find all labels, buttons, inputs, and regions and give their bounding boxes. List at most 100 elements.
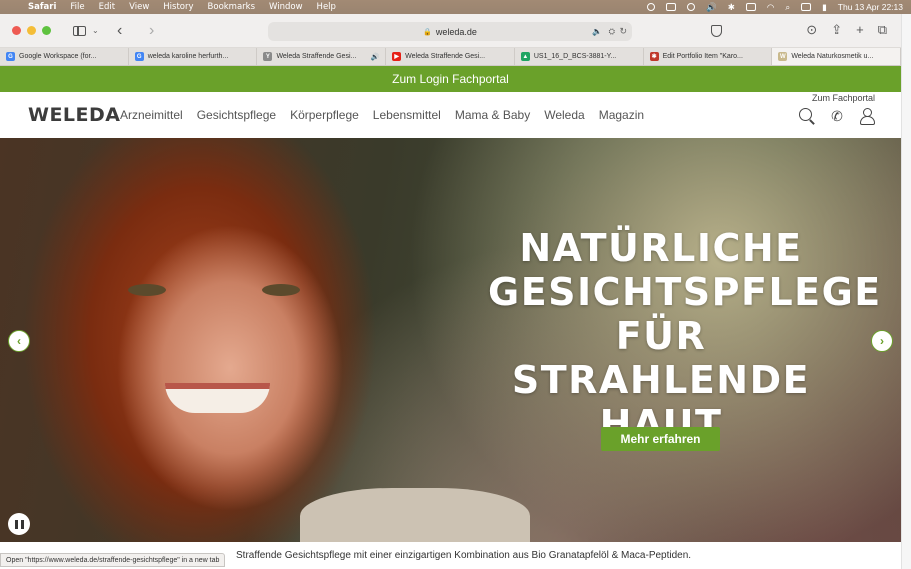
menubar-status-area: 🔊 ✱ ◠ ⌕ ▮ Thu 13 Apr 22:13 bbox=[647, 0, 903, 14]
tab-weleda-active[interactable]: W Weleda Naturkosmetik u... bbox=[772, 48, 902, 65]
tab-google-drive[interactable]: ▲ US1_16_D_BCS-3881-Y... bbox=[515, 48, 644, 65]
main-navigation: Arzneimittel Gesichtspflege Körperpflege… bbox=[120, 108, 644, 122]
login-fachportal-banner[interactable]: Zum Login Fachportal bbox=[0, 66, 901, 92]
phone-icon[interactable]: ✆ bbox=[829, 108, 845, 124]
spotlight-icon[interactable]: ⌕ bbox=[785, 2, 790, 13]
weleda-favicon-icon: W bbox=[778, 52, 788, 61]
downloads-icon[interactable]: ⊙ bbox=[806, 22, 817, 38]
browser-toolbar: ⌄ ‹ › 🔒 weleda.de 🔈 ⛭ ↻ ⊙ ⇪ + ⧉ bbox=[0, 14, 901, 48]
google-favicon-icon: G bbox=[6, 52, 15, 61]
back-button[interactable]: ‹ bbox=[109, 22, 131, 40]
tab-weleda-video-1[interactable]: Y Weleda Straffende Gesi... 🔊 bbox=[257, 48, 387, 65]
menu-app-name[interactable]: Safari bbox=[28, 2, 56, 12]
bluetooth-icon[interactable]: ✱ bbox=[728, 2, 735, 13]
chevron-down-icon[interactable]: ⌄ bbox=[92, 26, 99, 35]
new-tab-button[interactable]: + bbox=[856, 22, 864, 38]
nav-gesichtspflege[interactable]: Gesichtspflege bbox=[197, 108, 276, 122]
reload-icon[interactable]: ↻ bbox=[619, 26, 627, 37]
carousel-next-button[interactable]: › bbox=[871, 330, 893, 352]
user-icon[interactable] bbox=[859, 108, 875, 125]
macos-menubar: Safari File Edit View History Bookmarks … bbox=[0, 0, 911, 14]
focus-icon[interactable] bbox=[647, 3, 656, 11]
tab-google-search[interactable]: G weleda karoline herfurth... bbox=[129, 48, 258, 65]
hero-carousel: NATÜRLICHE GESICHTSPFLEGE FÜR STRAHLENDE… bbox=[0, 138, 901, 542]
tab-label: weleda karoline herfurth... bbox=[147, 53, 229, 60]
nav-mama-baby[interactable]: Mama & Baby bbox=[455, 108, 530, 122]
weleda-logo[interactable]: WELEDA bbox=[28, 104, 121, 126]
menu-file[interactable]: File bbox=[70, 2, 84, 12]
nav-magazin[interactable]: Magazin bbox=[599, 108, 644, 122]
carousel-prev-button[interactable]: ‹ bbox=[8, 330, 30, 352]
hero-headline: NATÜRLICHE GESICHTSPFLEGE FÜR STRAHLENDE… bbox=[488, 226, 882, 446]
menu-help[interactable]: Help bbox=[317, 2, 336, 12]
sidebar-toggle-icon[interactable] bbox=[73, 25, 86, 36]
hero-image-eye bbox=[128, 284, 166, 296]
volume-icon[interactable]: 🔊 bbox=[706, 2, 717, 13]
tab-label: Google Workspace (for... bbox=[19, 53, 97, 60]
tab-google-workspace[interactable]: G Google Workspace (for... bbox=[0, 48, 129, 65]
audio-playing-icon[interactable]: 🔈 bbox=[592, 27, 602, 36]
portfolio-favicon-icon: ✱ bbox=[649, 52, 659, 61]
page-scrollbar[interactable] bbox=[901, 14, 911, 569]
window-controls bbox=[12, 26, 51, 35]
nav-arzneimittel[interactable]: Arzneimittel bbox=[120, 108, 183, 122]
youtube-favicon-icon: ▶ bbox=[392, 52, 402, 61]
battery-icon[interactable] bbox=[745, 3, 756, 11]
nav-koerperpflege[interactable]: Körperpflege bbox=[290, 108, 359, 122]
menu-bookmarks[interactable]: Bookmarks bbox=[208, 2, 256, 12]
address-text: weleda.de bbox=[435, 26, 477, 37]
hero-image-smile bbox=[165, 383, 270, 413]
menu-history[interactable]: History bbox=[163, 2, 193, 12]
nav-weleda[interactable]: Weleda bbox=[544, 108, 584, 122]
hero-headline-line: NATÜRLICHE bbox=[519, 226, 803, 270]
drive-favicon-icon: ▲ bbox=[520, 52, 530, 61]
fachportal-link[interactable]: Zum Fachportal bbox=[812, 93, 875, 103]
forward-button[interactable]: › bbox=[141, 22, 163, 40]
link-preview-statusbar: Open "https://www.weleda.de/straffende-g… bbox=[0, 553, 226, 567]
menu-window[interactable]: Window bbox=[269, 2, 303, 12]
privacy-shield-icon[interactable] bbox=[711, 25, 722, 37]
toolbar-actions: ⊙ ⇪ + ⧉ bbox=[806, 22, 887, 38]
menu-edit[interactable]: Edit bbox=[99, 2, 115, 12]
carousel-pause-button[interactable] bbox=[8, 513, 30, 535]
site-header: WELEDA Arzneimittel Gesichtspflege Körpe… bbox=[0, 92, 901, 138]
link-preview-text: Open "https://www.weleda.de/straffende-g… bbox=[6, 556, 220, 564]
tab-label: Weleda Naturkosmetik u... bbox=[791, 53, 874, 60]
play-icon[interactable] bbox=[687, 3, 696, 11]
google-favicon-icon: G bbox=[134, 52, 144, 61]
hero-headline-line: FÜR STRAHLENDE bbox=[511, 314, 811, 402]
nav-lebensmittel[interactable]: Lebensmittel bbox=[373, 108, 441, 122]
tab-audio-icon[interactable]: 🔊 bbox=[370, 53, 379, 61]
yahoo-favicon-icon: Y bbox=[263, 52, 273, 61]
tab-label: Weleda Straffende Gesi... bbox=[405, 53, 486, 60]
tab-edit-portfolio[interactable]: ✱ Edit Portfolio Item "Karo... bbox=[644, 48, 773, 65]
login-fachportal-link[interactable]: Zum Login Fachportal bbox=[392, 72, 509, 86]
lock-icon: 🔒 bbox=[423, 28, 432, 36]
hero-image-eye bbox=[262, 284, 300, 296]
tab-label: Edit Portfolio Item "Karo... bbox=[662, 53, 743, 60]
clock-text[interactable]: Thu 13 Apr 22:13 bbox=[838, 2, 903, 12]
tab-overview-icon[interactable]: ⧉ bbox=[878, 22, 887, 38]
pause-icon-bar bbox=[14, 519, 18, 529]
minimize-window-button[interactable] bbox=[27, 26, 36, 35]
share-icon[interactable]: ⇪ bbox=[831, 22, 842, 38]
header-icons: ✆ bbox=[799, 108, 875, 125]
control-center-icon[interactable] bbox=[801, 3, 812, 11]
close-window-button[interactable] bbox=[12, 26, 21, 35]
hero-description: Straffende Gesichtspflege mit einer einz… bbox=[236, 550, 692, 561]
tab-bar: G Google Workspace (for... G weleda karo… bbox=[0, 48, 902, 66]
flag-icon[interactable]: ▮ bbox=[822, 2, 827, 13]
fullscreen-window-button[interactable] bbox=[42, 26, 51, 35]
chevron-right-icon: › bbox=[880, 334, 884, 348]
search-icon[interactable] bbox=[799, 108, 815, 124]
mehr-erfahren-button[interactable]: Mehr erfahren bbox=[601, 427, 720, 451]
wifi-icon[interactable]: ◠ bbox=[767, 2, 774, 13]
menu-view[interactable]: View bbox=[129, 2, 149, 12]
hero-image-sweater bbox=[300, 488, 530, 542]
address-bar[interactable]: 🔒 weleda.de 🔈 ⛭ ↻ bbox=[268, 22, 632, 41]
screen-icon[interactable] bbox=[666, 3, 677, 11]
chevron-left-icon: ‹ bbox=[17, 334, 21, 348]
tab-weleda-youtube[interactable]: ▶ Weleda Straffende Gesi... bbox=[386, 48, 515, 65]
translate-icon[interactable]: ⛭ bbox=[609, 27, 615, 37]
hero-headline-line: GESICHTSPFLEGE bbox=[488, 270, 882, 314]
